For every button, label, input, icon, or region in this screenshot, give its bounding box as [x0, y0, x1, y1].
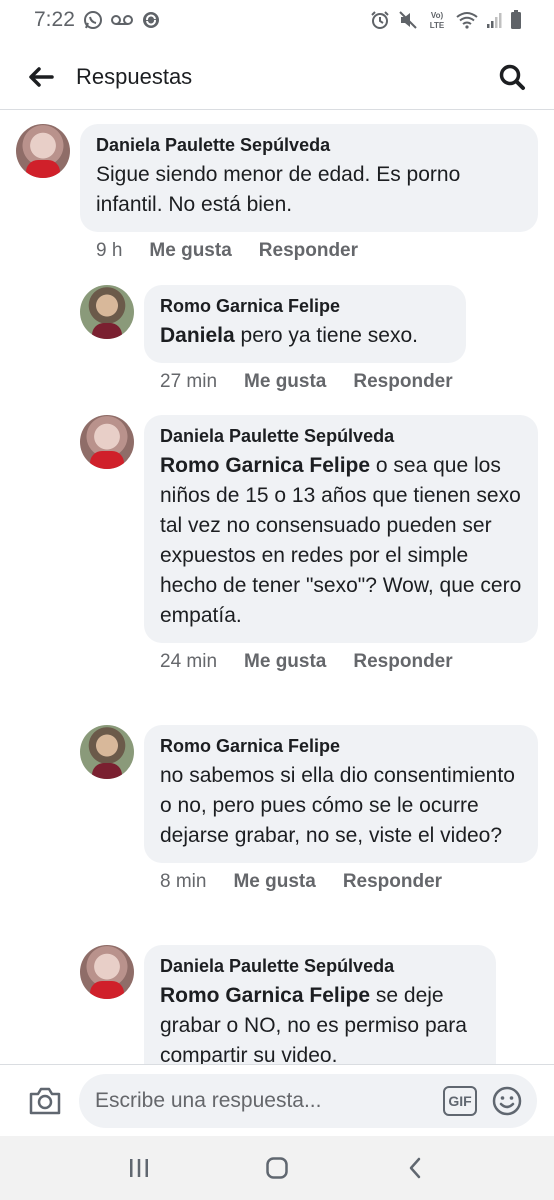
- sync-icon: [142, 12, 159, 28]
- camera-button[interactable]: [25, 1081, 65, 1121]
- status-bar: 7:22 Vo) LTE: [0, 0, 554, 40]
- like-button[interactable]: Me gusta: [244, 371, 326, 393]
- like-button[interactable]: Me gusta: [149, 240, 231, 262]
- comment-bubble: Daniela Paulette Sepúlveda Romo Garnica …: [144, 415, 538, 643]
- mention-link[interactable]: Romo Garnica Felipe: [160, 984, 370, 1007]
- status-time: 7:22: [34, 8, 75, 31]
- home-button[interactable]: [255, 1146, 299, 1190]
- comment-actions: 24 min Me gusta Responder: [144, 651, 538, 673]
- recent-apps-button[interactable]: [117, 1146, 161, 1190]
- reply-button[interactable]: Responder: [343, 871, 442, 893]
- comment: Daniela Paulette Sepúlveda Sigue siendo …: [16, 124, 538, 262]
- mention-link[interactable]: Romo Garnica Felipe: [160, 454, 370, 477]
- comment-author[interactable]: Daniela Paulette Sepúlveda: [96, 134, 522, 156]
- like-button[interactable]: Me gusta: [244, 651, 326, 673]
- reply-button[interactable]: Responder: [353, 371, 452, 393]
- comment-body: Daniela Paulette Sepúlveda Romo Garnica …: [144, 415, 538, 673]
- reply-input[interactable]: [95, 1088, 443, 1113]
- mention-link[interactable]: Daniela: [160, 324, 235, 347]
- status-left: 7:22: [34, 8, 161, 32]
- status-right: Vo) LTE: [370, 9, 522, 31]
- whatsapp-icon: [83, 11, 102, 29]
- avatar[interactable]: [80, 725, 134, 779]
- comment-time: 8 min: [160, 871, 207, 892]
- comment-text: Romo Garnica Felipe o sea que los niños …: [160, 451, 522, 631]
- avatar[interactable]: [80, 945, 134, 999]
- reply-button[interactable]: Responder: [353, 651, 452, 673]
- camera-icon: [29, 1087, 61, 1114]
- comment-body: Daniela Paulette Sepúlveda Romo Garnica …: [144, 945, 496, 1064]
- comment: Romo Garnica Felipe no sabemos si ella d…: [80, 725, 538, 893]
- comment-author[interactable]: Romo Garnica Felipe: [160, 735, 522, 757]
- voicemail-icon: [110, 15, 133, 25]
- volte-icon: Vo)LTE: [430, 11, 445, 30]
- comment-time: 9 h: [96, 240, 123, 261]
- comment-time: 24 min: [160, 651, 218, 672]
- comment-text: no sabemos si ella dio consentimiento o …: [160, 761, 522, 851]
- reply-button[interactable]: Responder: [259, 240, 358, 262]
- comment-author[interactable]: Daniela Paulette Sepúlveda: [160, 955, 480, 977]
- comment-author[interactable]: Romo Garnica Felipe: [160, 295, 450, 317]
- wifi-icon: [456, 12, 478, 29]
- comment-text-body: no sabemos si ella dio consentimiento o …: [160, 764, 515, 847]
- comment-bubble: Romo Garnica Felipe no sabemos si ella d…: [144, 725, 538, 863]
- search-button[interactable]: [492, 57, 532, 97]
- comment-author[interactable]: Daniela Paulette Sepúlveda: [160, 425, 522, 447]
- avatar[interactable]: [80, 415, 134, 469]
- comment: Daniela Paulette Sepúlveda Romo Garnica …: [80, 945, 496, 1064]
- mute-icon: [399, 11, 417, 29]
- comment-bubble: Daniela Paulette Sepúlveda Romo Garnica …: [144, 945, 496, 1064]
- gif-button[interactable]: GIF: [443, 1085, 477, 1116]
- comment: Romo Garnica Felipe Daniela pero ya tien…: [80, 285, 466, 393]
- search-icon: [499, 64, 525, 90]
- page-title: Respuestas: [76, 63, 193, 89]
- comment-text: Daniela pero ya tiene sexo.: [160, 321, 450, 351]
- volte-label-top: Vo): [431, 11, 444, 20]
- comment-time: 27 min: [160, 371, 218, 392]
- recent-apps-icon: [130, 1159, 148, 1177]
- reply-composer: GIF: [0, 1064, 554, 1136]
- emoji-icon[interactable]: [491, 1085, 523, 1117]
- arrow-left-icon: [29, 66, 54, 87]
- comment-text-body: o sea que los niños de 15 o 13 años que …: [160, 454, 522, 627]
- home-icon: [266, 1157, 288, 1179]
- avatar[interactable]: [16, 124, 70, 178]
- comment-actions: 27 min Me gusta Responder: [144, 371, 466, 393]
- comment-actions: 9 h Me gusta Responder: [80, 240, 538, 262]
- comment-bubble: Romo Garnica Felipe Daniela pero ya tien…: [144, 285, 466, 363]
- comment-bubble: Daniela Paulette Sepúlveda Sigue siendo …: [80, 124, 538, 232]
- comment-body: Romo Garnica Felipe no sabemos si ella d…: [144, 725, 538, 893]
- back-icon: [409, 1157, 421, 1179]
- alarm-icon: [371, 11, 389, 29]
- comment-text-body: pero ya tiene sexo.: [234, 324, 418, 347]
- volte-label-bottom: LTE: [430, 21, 445, 30]
- like-button[interactable]: Me gusta: [233, 871, 315, 893]
- app-header: Respuestas: [0, 44, 554, 110]
- comment-body: Daniela Paulette Sepúlveda Sigue siendo …: [80, 124, 538, 262]
- comment-text-body: Sigue siendo menor de edad. Es porno inf…: [96, 163, 461, 216]
- comment-thread: Daniela Paulette Sepúlveda Sigue siendo …: [0, 112, 554, 1064]
- back-button[interactable]: [22, 58, 60, 96]
- comment-text: Sigue siendo menor de edad. Es porno inf…: [96, 160, 522, 220]
- system-back-button[interactable]: [393, 1146, 437, 1190]
- signal-icon: [487, 13, 502, 28]
- avatar[interactable]: [80, 285, 134, 339]
- comment-actions: 8 min Me gusta Responder: [144, 871, 538, 893]
- reply-input-container: GIF: [79, 1073, 537, 1128]
- comment-body: Romo Garnica Felipe Daniela pero ya tien…: [144, 285, 466, 393]
- comment-text: Romo Garnica Felipe se deje grabar o NO,…: [160, 981, 480, 1064]
- battery-icon: [511, 10, 521, 29]
- system-nav-bar: [0, 1136, 554, 1200]
- comment: Daniela Paulette Sepúlveda Romo Garnica …: [80, 415, 538, 673]
